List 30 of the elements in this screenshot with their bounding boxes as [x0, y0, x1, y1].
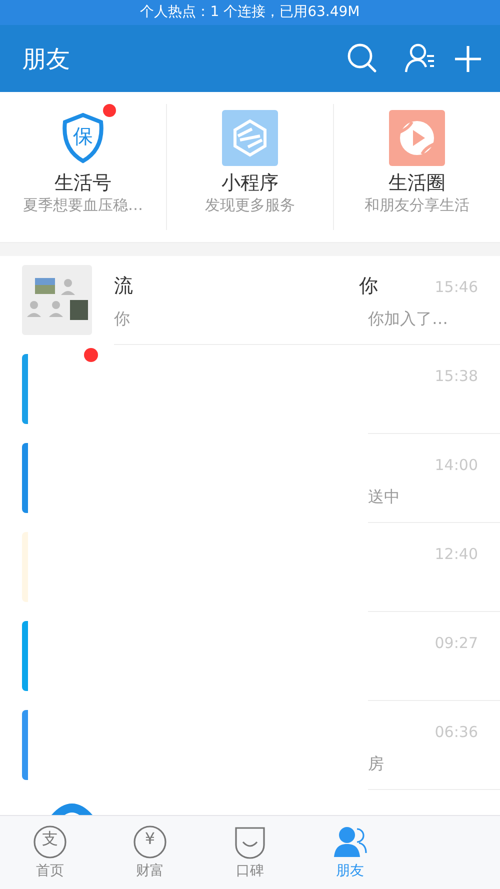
tab-bar-item[interactable]: 口碑 — [200, 816, 300, 889]
tab-bar-item[interactable]: ¥ 财富 — [100, 816, 200, 889]
shortcut-tile[interactable]: 生活圈 和朋友分享生活 — [333, 104, 500, 230]
chat-title: 流 — [114, 274, 133, 299]
shortcut-subtitle: 和朋友分享生活 — [364, 194, 470, 216]
shortcut-title: 生活号 — [54, 172, 112, 195]
yen-icon: ¥ — [133, 825, 167, 859]
smile-icon — [233, 825, 267, 859]
shortcut-title: 小程序 — [222, 172, 278, 195]
chat-preview: 房 — [368, 753, 384, 775]
tab-bar-item[interactable]: 朋友 — [300, 816, 400, 889]
shortcut-title: 生活圈 — [388, 172, 446, 195]
play-icon — [389, 110, 445, 166]
status-bar-text: 个人热点：1 个连接，已用63.49M — [0, 0, 500, 25]
chat-preview: 你加入了… — [368, 308, 448, 330]
add-button[interactable] — [454, 44, 482, 72]
shortcut-tile[interactable]: 保 生活号 夏季想要血压稳… — [0, 104, 166, 230]
tab-bar-item[interactable]: 支 首页 — [0, 816, 100, 889]
shortcut-subtitle: 夏季想要血压稳… — [23, 194, 143, 216]
signal-icon — [50, 803, 94, 815]
chat-preview: 你 — [114, 308, 130, 330]
shortcut-tile[interactable]: 小程序 发现更多服务 — [166, 104, 333, 230]
home-icon: 支 — [33, 825, 67, 859]
people-icon — [333, 825, 367, 859]
page-title: 朋友 — [22, 44, 71, 74]
chat-title: 你 — [359, 274, 378, 299]
chat-preview: 送中 — [368, 486, 400, 508]
shortcut-subtitle: 发现更多服务 — [205, 194, 295, 216]
add-icon — [454, 44, 482, 72]
group-avatar — [22, 265, 92, 335]
